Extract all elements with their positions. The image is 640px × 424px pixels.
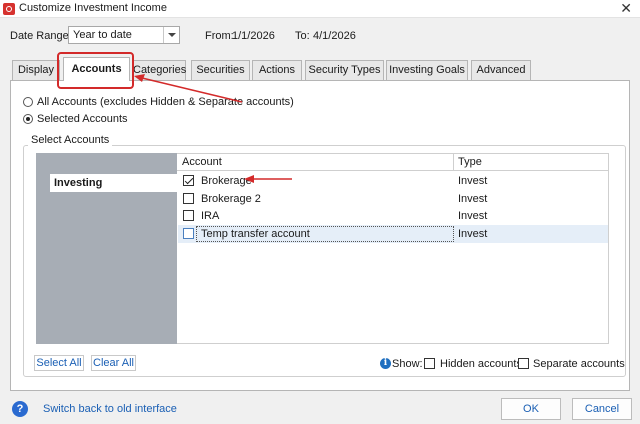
annotation-arrows bbox=[134, 74, 292, 183]
annotation-arrow-brokerage bbox=[244, 175, 292, 183]
annotation-arrow-accounts bbox=[134, 74, 243, 103]
